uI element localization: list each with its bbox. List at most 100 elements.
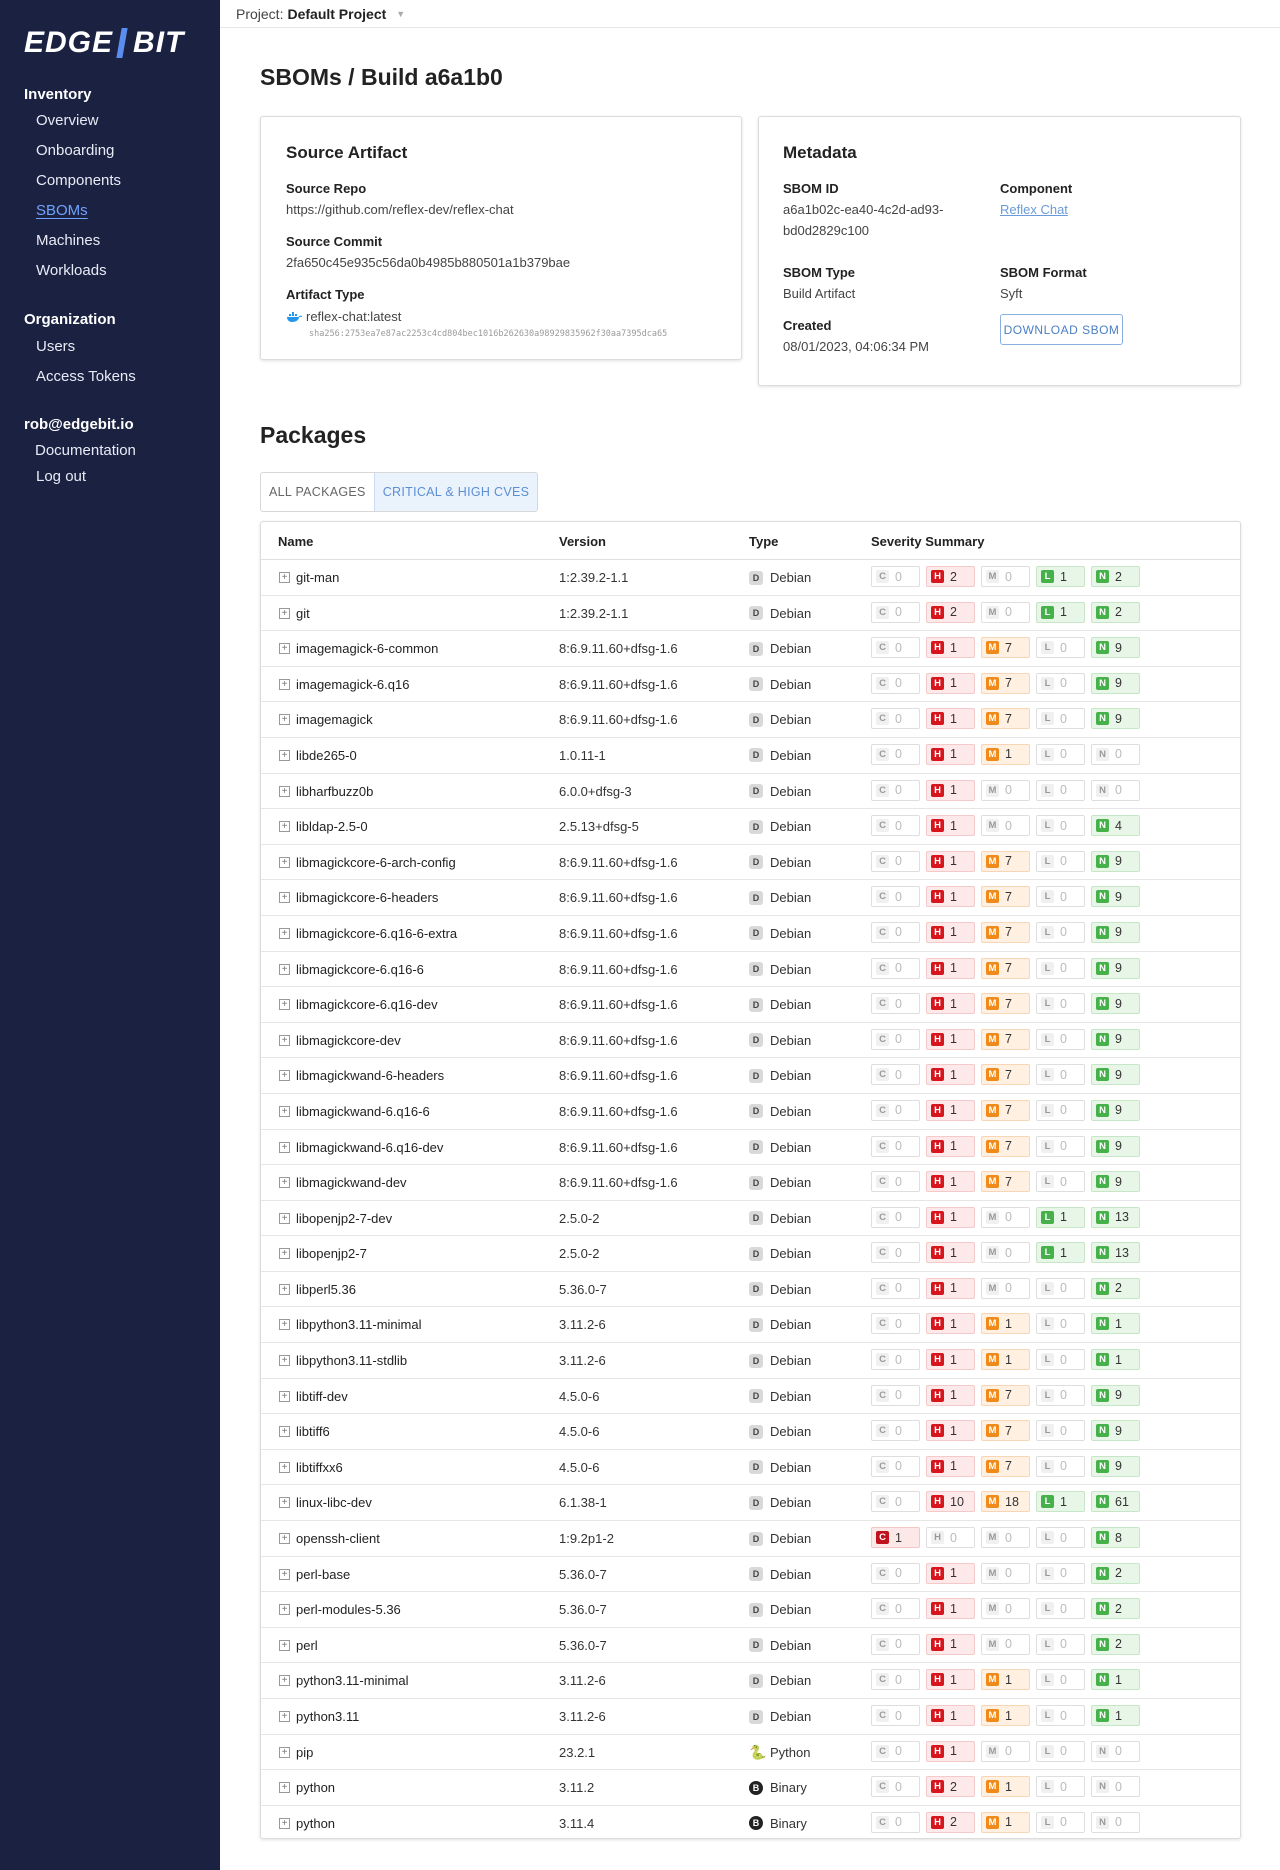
- plus-box-icon[interactable]: +: [279, 1711, 290, 1722]
- table-row[interactable]: + libmagickwand-6-headers 8:6.9.11.60+dfsg…: [261, 1058, 1240, 1094]
- table-row[interactable]: + libtiff6 4.5.0-6 D Debian C 0 H 1 M 7 L 0 N 9: [261, 1414, 1240, 1450]
- table-row[interactable]: + pip 23.2.1 🐍 Python C 0 H 1 M 0 L 0 N 0: [261, 1735, 1240, 1771]
- sidebar-item-sboms[interactable]: SBOMs: [36, 202, 88, 219]
- plus-box-icon[interactable]: +: [279, 749, 290, 761]
- source-repo-value: https://github.com/reflex-dev/reflex-cha…: [286, 202, 514, 217]
- table-row[interactable]: + libopenjp2-7 2.5.0-2 D Debian C 0 H 1 M 0 L 1 N 13: [261, 1236, 1240, 1272]
- table-row[interactable]: + libmagickcore-6-arch-config 8:6.9.11.60+…: [261, 845, 1240, 881]
- plus-box-icon[interactable]: +: [279, 714, 290, 726]
- plus-box-icon[interactable]: +: [279, 821, 290, 833]
- table-row[interactable]: + libldap-2.5-0 2.5.13+dfsg-5 D Debian C 0 H 1 M 0…: [261, 809, 1240, 845]
- table-row[interactable]: + python 3.11.2 B Binary C 0 H 2 M 1 L 0 N 0: [261, 1770, 1240, 1806]
- table-row[interactable]: + python3.11 3.11.2-6 D Debian C 0 H 1 M 1 L 0 N 1: [261, 1699, 1240, 1735]
- table-row[interactable]: + imagemagick-6-common 8:6.9.11.60+dfsg-1.…: [261, 631, 1240, 667]
- plus-box-icon[interactable]: +: [279, 1212, 290, 1224]
- table-row[interactable]: + libmagickwand-6.q16-6 8:6.9.11.60+dfsg-1…: [261, 1094, 1240, 1130]
- plus-box-icon[interactable]: +: [279, 1177, 290, 1189]
- plus-box-icon[interactable]: +: [279, 963, 290, 975]
- table-row[interactable]: + libmagickwand-dev 8:6.9.11.60+dfsg-1.6 D D…: [261, 1165, 1240, 1201]
- table-row[interactable]: + libopenjp2-7-dev 2.5.0-2 D Debian C 0 H 1 M 0 L 1 N…: [261, 1201, 1240, 1237]
- plus-box-icon[interactable]: +: [279, 1497, 290, 1509]
- tab-all-packages[interactable]: ALL PACKAGES: [261, 473, 374, 511]
- plus-box-icon[interactable]: +: [279, 785, 290, 797]
- table-row[interactable]: + linux-libc-dev 6.1.38-1 D Debian C 0 H 10 M 18 L 1…: [261, 1485, 1240, 1522]
- component-link[interactable]: Reflex Chat: [1000, 202, 1068, 217]
- table-row[interactable]: + python3.11-minimal 3.11.2-6 D Debian C 0 H 1 M 1…: [261, 1663, 1240, 1699]
- plus-box-icon[interactable]: +: [279, 1817, 290, 1829]
- table-row[interactable]: + imagemagick 8:6.9.11.60+dfsg-1.6 D Debian C…: [261, 702, 1240, 738]
- artifact-digest: sha256:2753ea7e87ac2253c4cd804bec1016b26…: [309, 329, 668, 339]
- table-row[interactable]: + libharfbuzz0b 6.0.0+dfsg-3 D Debian C 0 H 1 M 0 L…: [261, 774, 1240, 810]
- plus-box-icon[interactable]: +: [279, 1319, 290, 1331]
- severity-summary: C0H2M1L0N0: [871, 1776, 1140, 1798]
- plus-box-icon[interactable]: +: [279, 607, 290, 619]
- plus-box-icon[interactable]: +: [279, 1746, 290, 1758]
- plus-box-icon[interactable]: +: [279, 1675, 290, 1687]
- table-row[interactable]: + python 3.11.4 B Binary C 0 H 2 M 1 L 0 N 0: [261, 1806, 1240, 1842]
- plus-box-icon[interactable]: +: [279, 1070, 290, 1082]
- sidebar-item-documentation[interactable]: Documentation: [35, 442, 136, 459]
- table-row[interactable]: + git 1:2.39.2-1.1 D Debian C 0 H 2 M 0 L 1 N 2: [261, 596, 1240, 632]
- plus-box-icon[interactable]: +: [279, 1390, 290, 1402]
- table-row[interactable]: + libpython3.11-stdlib 3.11.2-6 D Debian C 0 H 1…: [261, 1343, 1240, 1379]
- plus-box-icon[interactable]: +: [279, 1568, 290, 1580]
- plus-box-icon[interactable]: +: [279, 999, 290, 1011]
- severity-summary: C0H1M7L0N9: [871, 921, 1140, 943]
- package-type: D Debian: [749, 1389, 811, 1404]
- table-row[interactable]: + libtiff-dev 4.5.0-6 D Debian C 0 H 1 M 7 L 0 N 9: [261, 1379, 1240, 1415]
- plus-box-icon[interactable]: +: [279, 1604, 290, 1616]
- tab-critical-high-cves[interactable]: CRITICAL & HIGH CVES: [373, 473, 538, 511]
- project-selector[interactable]: Project: Default Project ▼: [236, 6, 405, 22]
- table-row[interactable]: + libmagickcore-dev 8:6.9.11.60+dfsg-1.6 D D…: [261, 1023, 1240, 1059]
- plus-box-icon[interactable]: +: [279, 1141, 290, 1153]
- sidebar-item-onboarding[interactable]: Onboarding: [36, 142, 114, 159]
- severity-letter: H: [931, 1210, 944, 1224]
- column-header-severity-summary[interactable]: Severity Summary: [871, 534, 984, 549]
- plus-box-icon[interactable]: +: [279, 892, 290, 904]
- severity-count: 0: [1005, 1210, 1012, 1225]
- plus-box-icon[interactable]: +: [279, 1426, 290, 1438]
- table-row[interactable]: + libpython3.11-minimal 3.11.2-6 D Debian C 0 H…: [261, 1307, 1240, 1344]
- column-header-type[interactable]: Type: [749, 534, 778, 549]
- table-row[interactable]: + libmagickcore-6.q16-6-extra 8:6.9.11.60+…: [261, 916, 1240, 952]
- column-header-name[interactable]: Name: [278, 534, 313, 549]
- plus-box-icon[interactable]: +: [279, 927, 290, 939]
- plus-box-icon[interactable]: +: [279, 572, 290, 583]
- plus-box-icon[interactable]: +: [279, 1782, 290, 1794]
- sidebar-item-components[interactable]: Components: [36, 172, 121, 189]
- table-row[interactable]: + libde265-0 1.0.11-1 D Debian C 0 H 1 M 1 L 0 N 0: [261, 738, 1240, 774]
- sidebar-item-log-out[interactable]: Log out: [36, 468, 86, 485]
- severity-count: 1: [950, 1423, 957, 1438]
- table-row[interactable]: + libmagickcore-6-headers 8:6.9.11.60+dfsg…: [261, 880, 1240, 916]
- sidebar-item-overview[interactable]: Overview: [36, 112, 99, 129]
- sidebar-item-machines[interactable]: Machines: [36, 232, 100, 249]
- edgebit-logo[interactable]: EDGE BIT: [24, 26, 184, 60]
- table-row[interactable]: + openssh-client 1:9.2p1-2 D Debian C 1 H 0 M 0 L 0 N…: [261, 1521, 1240, 1557]
- table-row[interactable]: + git-man 1:2.39.2-1.1 D Debian C 0 H 2 M 0 L 1 N 2: [261, 560, 1240, 596]
- plus-box-icon[interactable]: +: [279, 1355, 290, 1367]
- plus-box-icon[interactable]: +: [279, 1533, 290, 1545]
- plus-box-icon[interactable]: +: [279, 643, 290, 655]
- plus-box-icon[interactable]: +: [279, 1105, 290, 1117]
- download-sbom-button[interactable]: DOWNLOAD SBOM: [1000, 314, 1123, 345]
- table-row[interactable]: + libperl5.36 5.36.0-7 D Debian C 0 H 1 M 0 L 0 N 2: [261, 1272, 1240, 1308]
- sidebar-item-access-tokens[interactable]: Access Tokens: [36, 368, 136, 385]
- table-row[interactable]: + perl-modules-5.36 5.36.0-7 D Debian C 0 H 1 M 0 L…: [261, 1592, 1240, 1628]
- plus-box-icon[interactable]: +: [279, 856, 290, 868]
- table-row[interactable]: + perl 5.36.0-7 D Debian C 0 H 1 M 0 L 0 N 2: [261, 1628, 1240, 1664]
- column-header-version[interactable]: Version: [559, 534, 606, 549]
- plus-box-icon[interactable]: +: [279, 1639, 290, 1651]
- table-row[interactable]: + libmagickcore-6.q16-6 8:6.9.11.60+dfsg-1…: [261, 952, 1240, 988]
- table-row[interactable]: + imagemagick-6.q16 8:6.9.11.60+dfsg-1.6 D D…: [261, 667, 1240, 703]
- sidebar-item-users[interactable]: Users: [36, 338, 75, 355]
- table-row[interactable]: + libtiffxx6 4.5.0-6 D Debian C 0 H 1 M 7 L 0 N 9: [261, 1450, 1240, 1486]
- sidebar-item-workloads[interactable]: Workloads: [36, 262, 107, 279]
- plus-box-icon[interactable]: +: [279, 1034, 290, 1046]
- plus-box-icon[interactable]: +: [279, 1461, 290, 1473]
- table-row[interactable]: + libmagickwand-6.q16-dev 8:6.9.11.60+dfsg…: [261, 1130, 1240, 1166]
- plus-box-icon[interactable]: +: [279, 1248, 290, 1260]
- table-row[interactable]: + libmagickcore-6.q16-dev 8:6.9.11.60+dfsg…: [261, 987, 1240, 1023]
- table-row[interactable]: + perl-base 5.36.0-7 D Debian C 0 H 1 M 0 L 0 N 2: [261, 1557, 1240, 1593]
- plus-box-icon[interactable]: +: [279, 678, 290, 690]
- plus-box-icon[interactable]: +: [279, 1283, 290, 1295]
